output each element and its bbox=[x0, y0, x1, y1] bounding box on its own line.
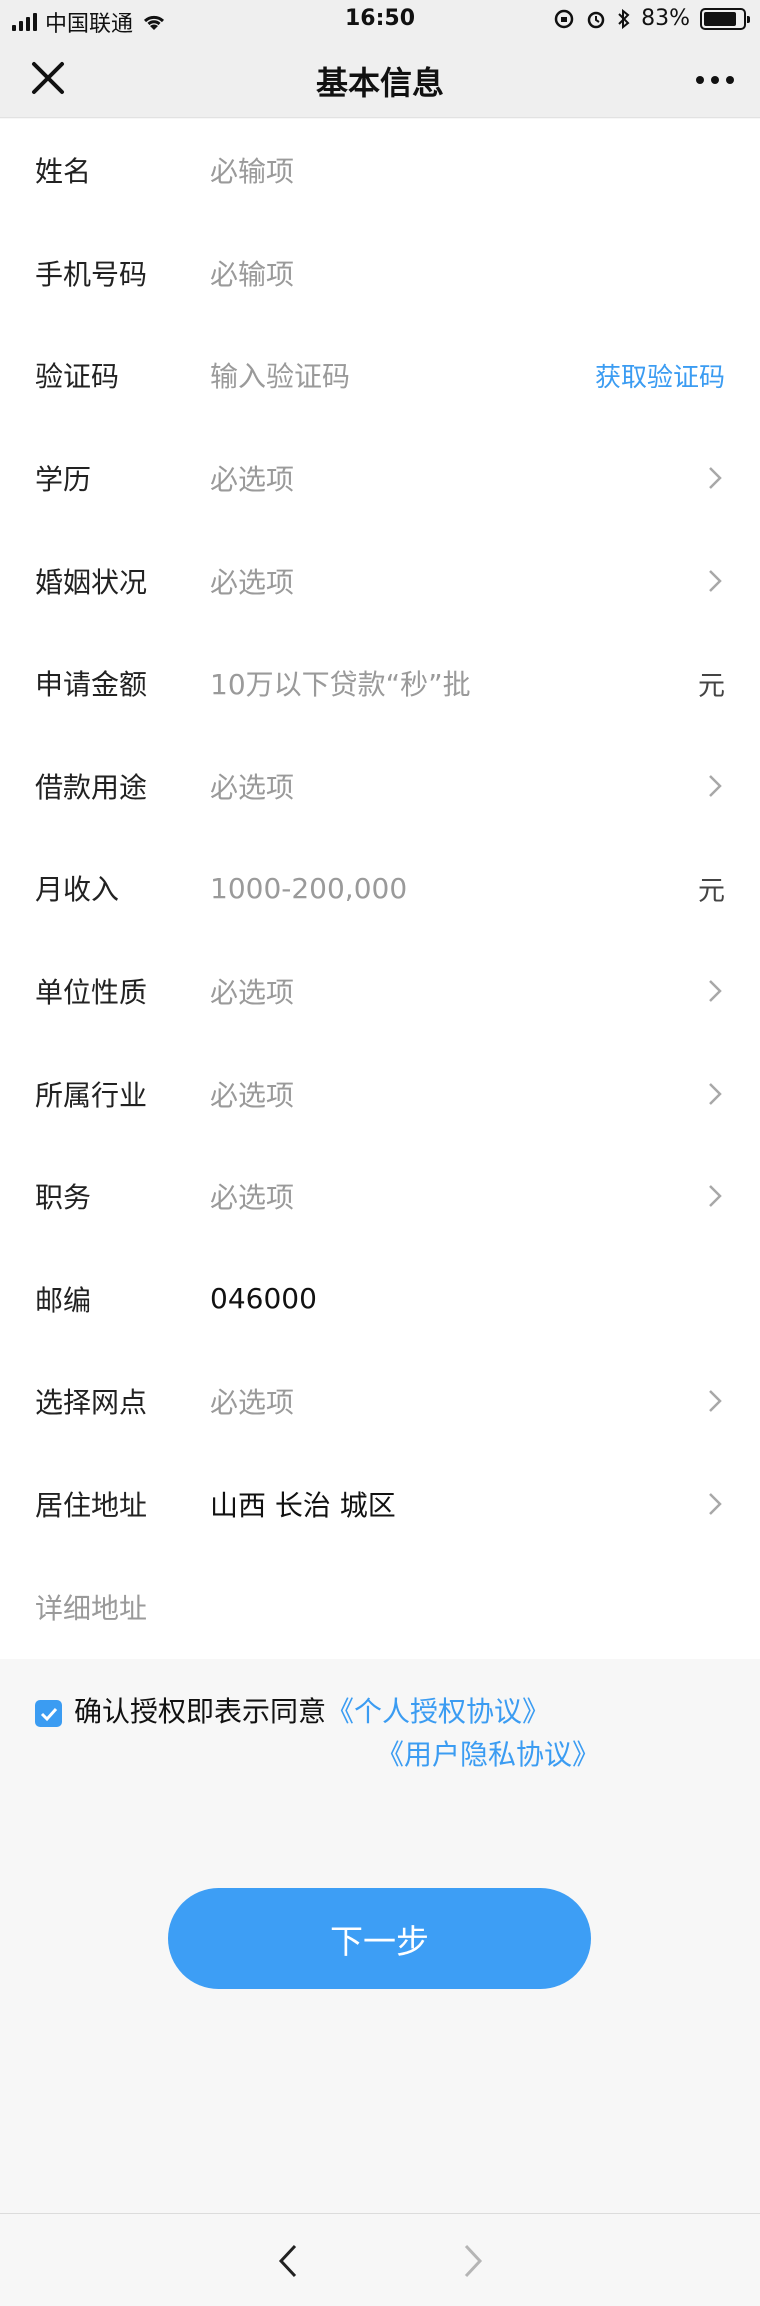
rotation-lock-icon bbox=[554, 9, 574, 28]
form-row-phone[interactable]: 手机号码 必输项 bbox=[0, 222, 760, 325]
field-label: 邮编 bbox=[35, 1283, 92, 1317]
field-label: 所属行业 bbox=[35, 1078, 148, 1112]
status-bar: 中国联通 16:50 83% bbox=[0, 0, 760, 40]
basic-info-form: 姓名 必输项 手机号码 必输项 验证码 输入验证码 获取验证码 学历 必选项 婚… bbox=[0, 119, 760, 1659]
monthly-income-input[interactable]: 1000-200,000 bbox=[210, 872, 698, 905]
privacy-policy-link[interactable]: 《用户隐私协议》 bbox=[74, 1733, 600, 1776]
form-row-position[interactable]: 职务 必选项 bbox=[0, 1145, 760, 1248]
form-row-purpose[interactable]: 借款用途 必选项 bbox=[0, 735, 760, 838]
agree-checkbox[interactable] bbox=[35, 1700, 62, 1727]
address-select[interactable]: 山西 长治 城区 bbox=[210, 1484, 705, 1524]
form-row-postcode[interactable]: 邮编 046000 bbox=[0, 1248, 760, 1351]
battery-icon bbox=[700, 7, 750, 30]
page-title: 基本信息 bbox=[315, 64, 444, 102]
alarm-icon bbox=[587, 11, 605, 28]
branch-select[interactable]: 必选项 bbox=[210, 1381, 705, 1421]
form-row-amount[interactable]: 申请金额 10万以下贷款“秒”批 元 bbox=[0, 632, 760, 735]
field-label: 手机号码 bbox=[35, 257, 148, 291]
form-row-education[interactable]: 学历 必选项 bbox=[0, 427, 760, 530]
field-label: 月收入 bbox=[35, 873, 120, 907]
field-label: 申请金额 bbox=[35, 668, 148, 702]
next-step-button[interactable]: 下一步 bbox=[168, 1888, 591, 1989]
position-select[interactable]: 必选项 bbox=[210, 1176, 705, 1216]
employer-type-select[interactable]: 必选项 bbox=[210, 971, 705, 1011]
chevron-right-icon[interactable] bbox=[458, 2242, 486, 2280]
name-input[interactable]: 必输项 bbox=[210, 150, 725, 190]
industry-select[interactable]: 必选项 bbox=[210, 1074, 705, 1114]
chevron-right-icon bbox=[709, 774, 722, 797]
battery-percent: 83% bbox=[641, 6, 690, 31]
form-row-name[interactable]: 姓名 必输项 bbox=[0, 119, 760, 222]
form-row-branch[interactable]: 选择网点 必选项 bbox=[0, 1350, 760, 1453]
chevron-right-icon bbox=[709, 1082, 722, 1105]
personal-authorization-link[interactable]: 《个人授权协议》 bbox=[326, 1695, 550, 1728]
form-row-employer-type[interactable]: 单位性质 必选项 bbox=[0, 940, 760, 1043]
chevron-right-icon bbox=[709, 1493, 722, 1515]
agreement-statement: 确认授权即表示同意 bbox=[74, 1695, 327, 1728]
field-label: 姓名 bbox=[35, 155, 92, 189]
field-label: 选择网点 bbox=[35, 1386, 148, 1420]
field-label: 职务 bbox=[35, 1181, 92, 1215]
form-row-detail-address[interactable]: 详细地址 bbox=[0, 1555, 760, 1658]
chevron-right-icon bbox=[709, 569, 722, 592]
agreement-text: 确认授权即表示同意《个人授权协议》 《用户隐私协议》 bbox=[74, 1690, 600, 1776]
chevron-right-icon bbox=[709, 980, 722, 1002]
detail-address-input[interactable]: 详细地址 bbox=[35, 1587, 210, 1627]
postcode-input[interactable]: 046000 bbox=[210, 1282, 725, 1315]
status-right: 83% bbox=[553, 6, 750, 31]
chevron-right-icon bbox=[709, 467, 722, 489]
more-icon[interactable] bbox=[696, 76, 734, 84]
field-label: 单位性质 bbox=[35, 976, 148, 1010]
form-row-code[interactable]: 验证码 输入验证码 获取验证码 bbox=[0, 324, 760, 427]
chevron-right-icon bbox=[709, 1390, 722, 1413]
browser-toolbar bbox=[0, 2213, 760, 2306]
amount-input[interactable]: 10万以下贷款“秒”批 bbox=[210, 663, 698, 703]
bluetooth-icon bbox=[618, 8, 630, 29]
field-label: 学历 bbox=[35, 463, 92, 497]
chevron-right-icon bbox=[709, 1185, 722, 1208]
phone-input[interactable]: 必输项 bbox=[210, 253, 725, 293]
education-select[interactable]: 必选项 bbox=[210, 458, 705, 498]
chevron-left-icon[interactable] bbox=[275, 2242, 303, 2280]
field-label: 借款用途 bbox=[35, 770, 148, 804]
field-label: 验证码 bbox=[35, 360, 120, 394]
marital-status-select[interactable]: 必选项 bbox=[210, 561, 705, 601]
verification-code-input[interactable]: 输入验证码 bbox=[210, 355, 595, 395]
unit-label: 元 bbox=[698, 875, 725, 907]
unit-label: 元 bbox=[698, 670, 725, 702]
form-row-income[interactable]: 月收入 1000-200,000 元 bbox=[0, 837, 760, 940]
field-label: 婚姻状况 bbox=[35, 565, 148, 599]
form-row-marital[interactable]: 婚姻状况 必选项 bbox=[0, 529, 760, 632]
form-row-industry[interactable]: 所属行业 必选项 bbox=[0, 1042, 760, 1145]
form-row-address[interactable]: 居住地址 山西 长治 城区 bbox=[0, 1453, 760, 1556]
field-label: 居住地址 bbox=[35, 1489, 148, 1523]
loan-purpose-select[interactable]: 必选项 bbox=[210, 766, 705, 806]
agreement-row: 确认授权即表示同意《个人授权协议》 《用户隐私协议》 bbox=[35, 1690, 600, 1776]
nav-bar: 基本信息 bbox=[0, 40, 760, 118]
checkmark-icon bbox=[40, 1707, 57, 1721]
get-code-link[interactable]: 获取验证码 bbox=[595, 357, 725, 394]
